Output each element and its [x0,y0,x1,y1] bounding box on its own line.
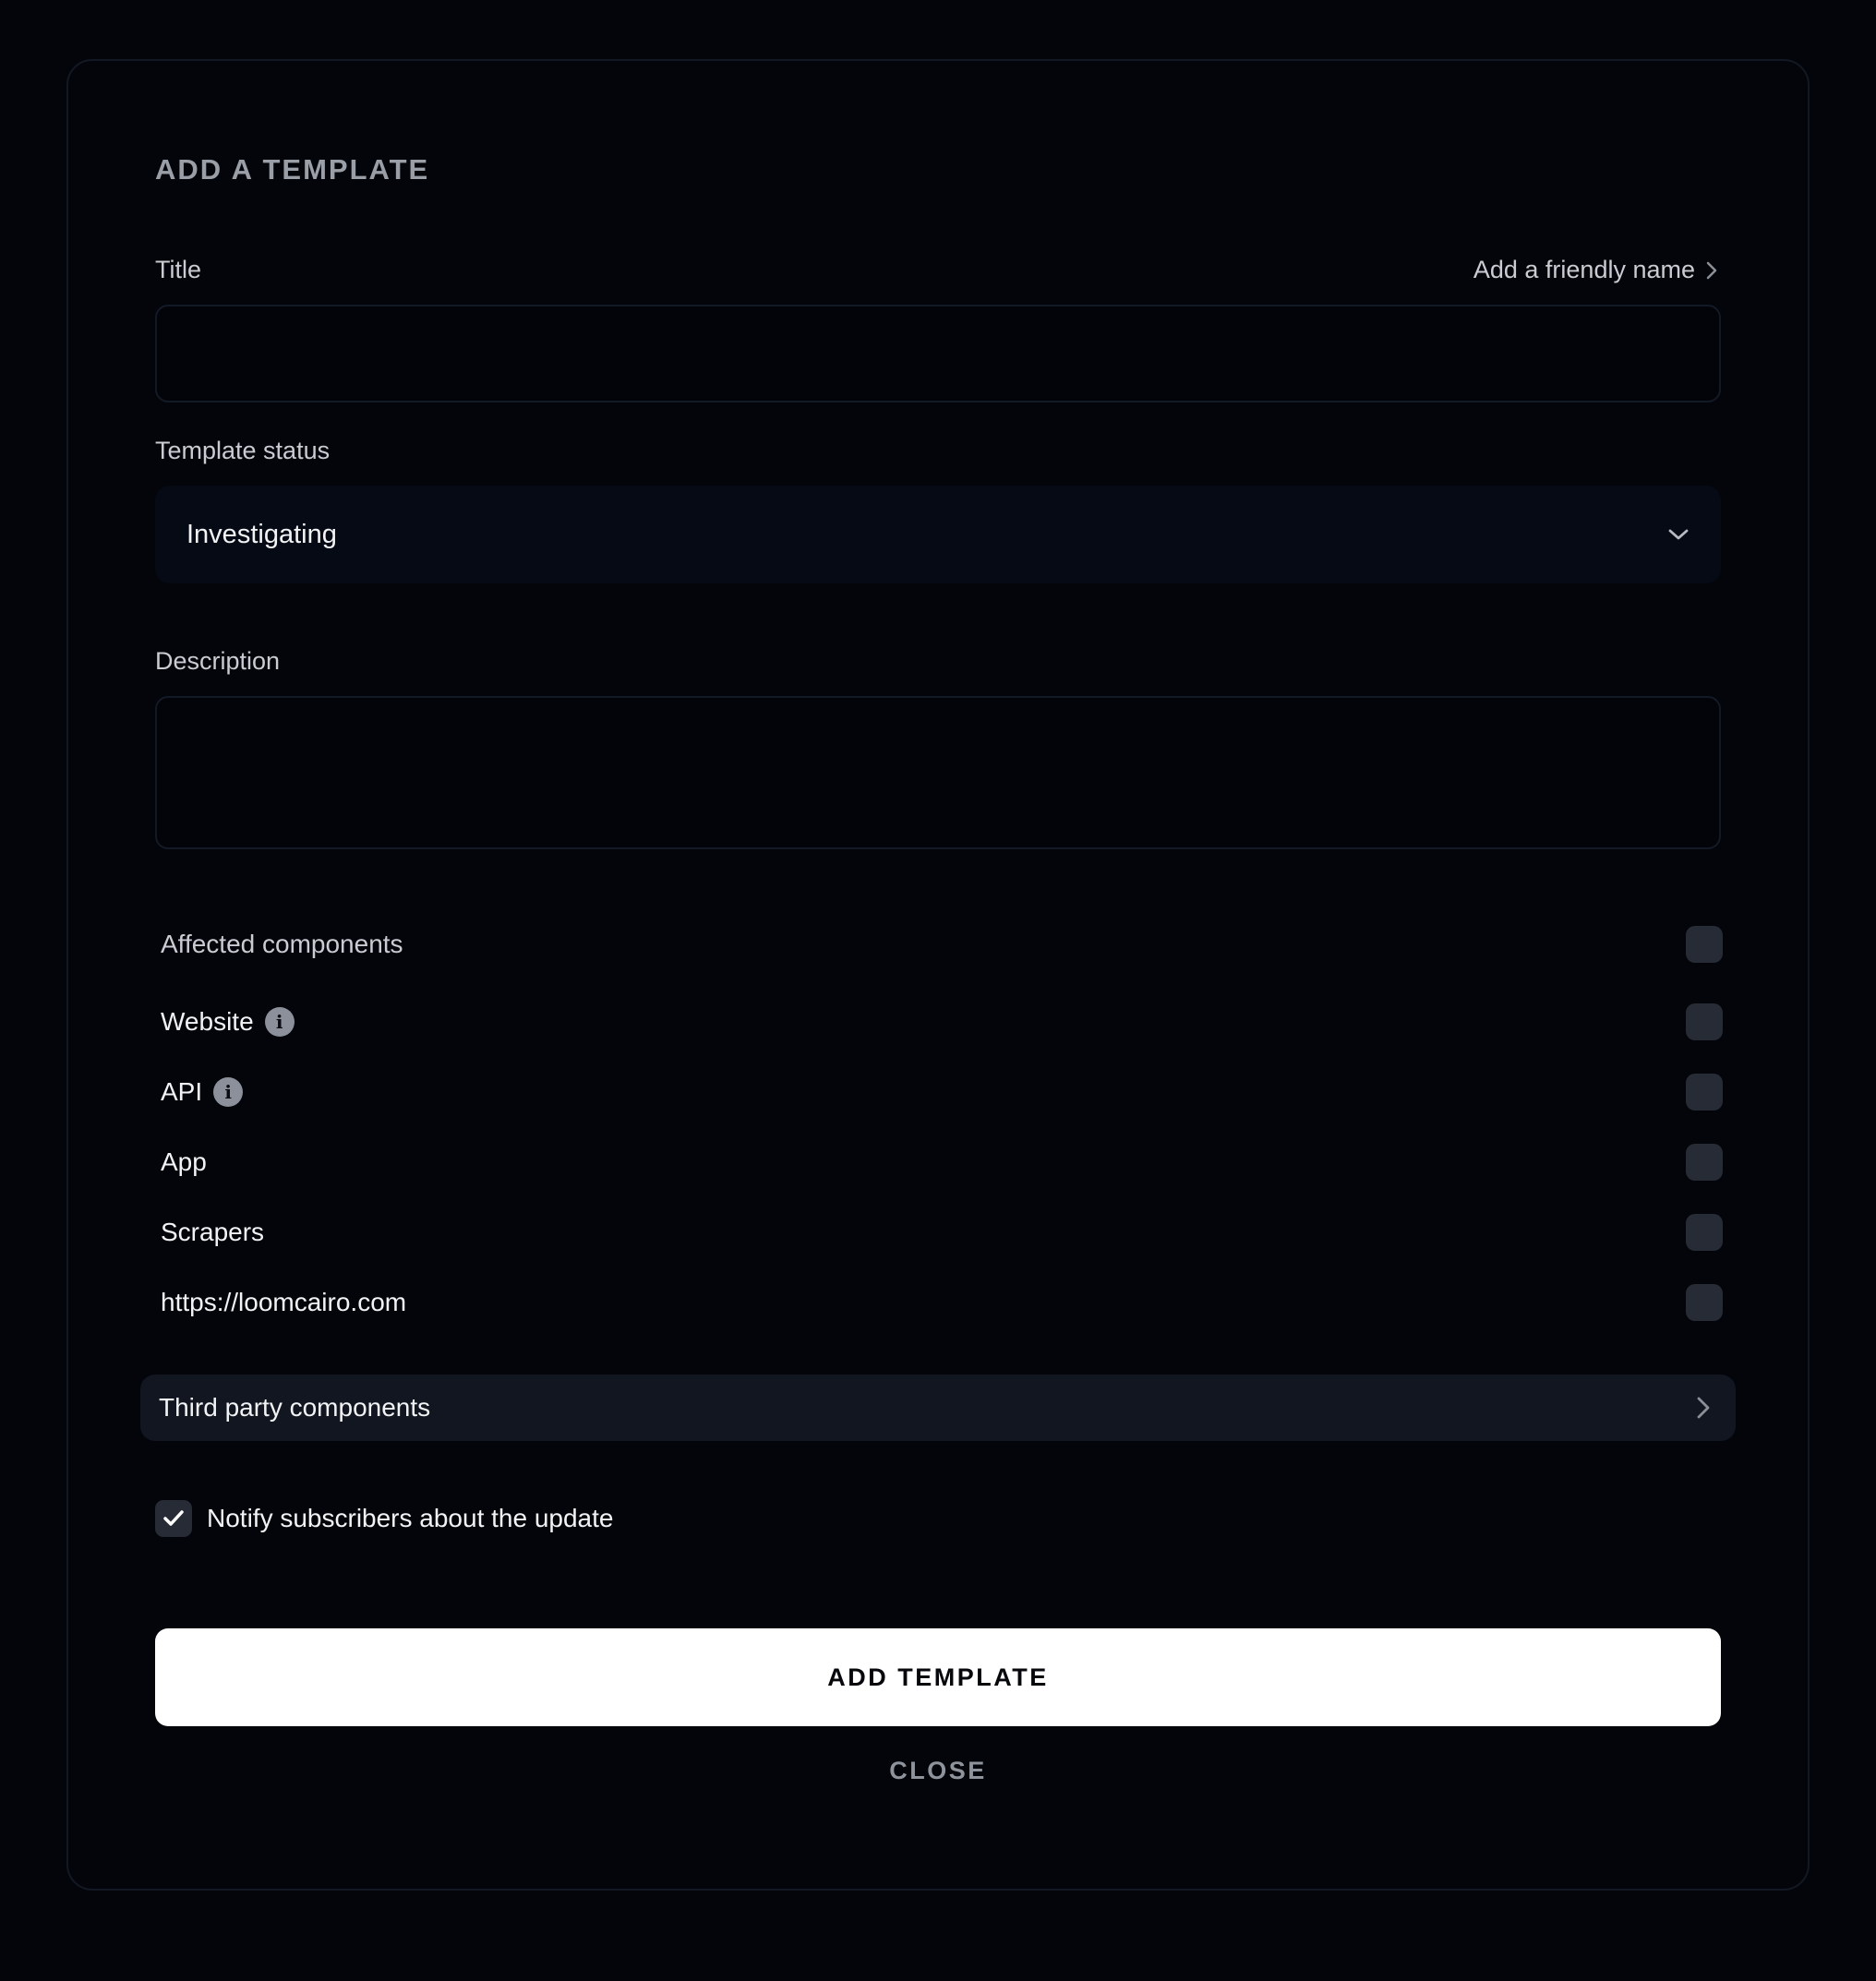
info-icon[interactable]: i [213,1077,244,1107]
add-friendly-name-label: Add a friendly name [1473,256,1695,283]
component-label: Website [161,1007,254,1036]
title-input[interactable] [155,305,1721,402]
description-label: Description [155,647,281,675]
dialog-title: ADD A TEMPLATE [155,153,430,186]
close-button[interactable]: CLOSE [155,1752,1721,1789]
component-checkbox-scrapers[interactable] [1686,1214,1723,1251]
third-party-components-label: Third party components [159,1393,431,1422]
notify-subscribers-checkbox[interactable] [155,1500,192,1537]
component-label: API [161,1077,203,1106]
template-status-select[interactable]: Investigating [155,486,1721,583]
chevron-down-icon [1668,529,1689,540]
component-label: https://loomcairo.com [161,1288,407,1316]
component-row-url: https://loomcairo.com [161,1284,1723,1321]
chevron-right-icon [1697,1397,1710,1419]
component-row-app: App [161,1144,1723,1181]
component-checkbox-app[interactable] [1686,1144,1723,1181]
affected-components-label: Affected components [161,930,403,958]
affected-components-header: Affected components [161,926,1723,963]
checkmark-icon [163,1510,184,1526]
template-status-label: Template status [155,437,331,464]
chevron-right-icon [1706,261,1717,279]
add-friendly-name-link[interactable]: Add a friendly name [1473,256,1719,284]
component-label: App [161,1147,207,1176]
component-row-website: Website i [161,1003,1723,1040]
component-row-scrapers: Scrapers [161,1214,1723,1251]
component-label: Scrapers [161,1218,265,1246]
template-status-value: Investigating [186,519,337,549]
select-all-components-checkbox[interactable] [1686,926,1723,963]
third-party-components-toggle[interactable]: Third party components [140,1375,1736,1441]
add-template-button[interactable]: ADD TEMPLATE [155,1628,1721,1726]
component-checkbox-url[interactable] [1686,1284,1723,1321]
notify-subscribers-label: Notify subscribers about the update [207,1504,614,1532]
description-textarea[interactable] [155,696,1721,849]
title-label: Title [155,256,202,283]
component-checkbox-api[interactable] [1686,1074,1723,1111]
component-row-api: API i [161,1074,1723,1111]
component-checkbox-website[interactable] [1686,1003,1723,1040]
info-icon[interactable]: i [264,1007,295,1037]
notify-subscribers-option[interactable]: Notify subscribers about the update [155,1500,613,1537]
